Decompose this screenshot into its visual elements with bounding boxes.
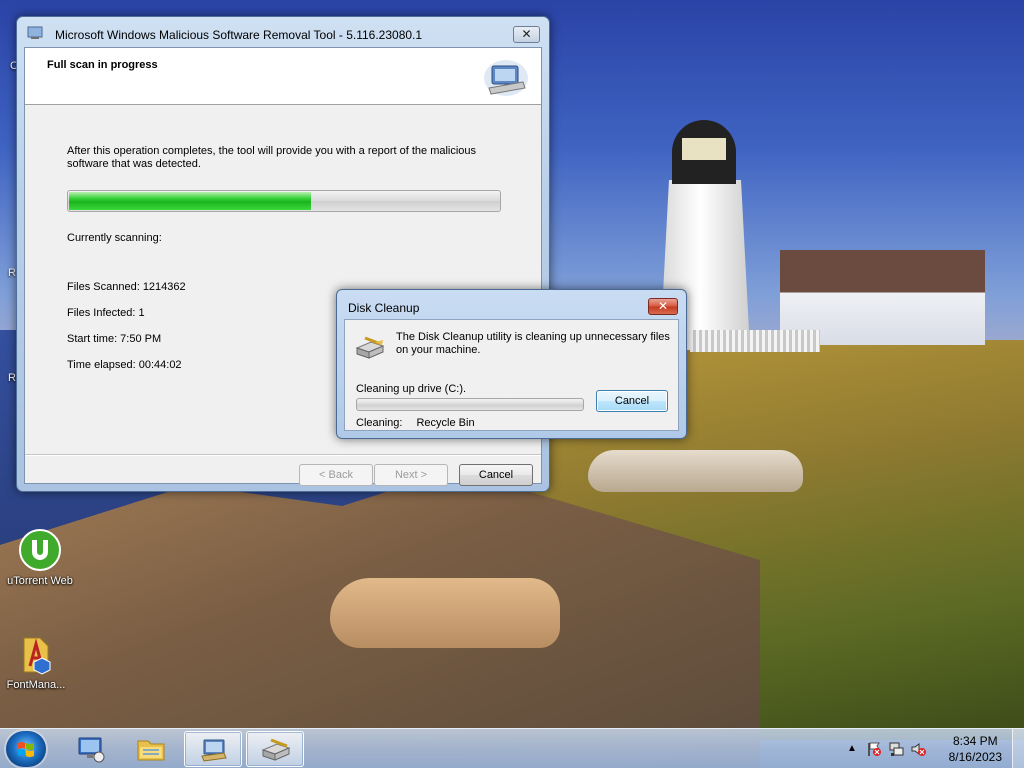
cleanup-progress-bar xyxy=(356,398,584,411)
clock-date: 8/16/2023 xyxy=(948,750,1002,764)
system-tray: ▲ 8:34 PM 8/16/2023 xyxy=(834,729,1024,768)
disk-cleanup-window[interactable]: Disk Cleanup ✕ The Disk Cleanup utility … xyxy=(336,289,687,439)
close-button[interactable]: ✕ xyxy=(648,298,678,315)
cancel-button[interactable]: Cancel xyxy=(459,464,533,486)
next-button[interactable]: Next > xyxy=(374,464,448,486)
cleanup-message: The Disk Cleanup utility is cleaning up … xyxy=(396,331,670,356)
system-clock[interactable]: 8:34 PM 8/16/2023 xyxy=(949,733,1002,765)
files-scanned: Files Scanned: 1214362 xyxy=(67,281,186,293)
cleanup-drive-label: Cleaning up drive (C:). xyxy=(356,383,467,395)
windows-logo-icon xyxy=(18,742,34,757)
button-separator xyxy=(25,454,541,456)
scan-progress-fill xyxy=(69,192,311,210)
msrt-header: Full scan in progress xyxy=(25,48,541,105)
msrt-scan-icon xyxy=(484,60,528,96)
cleaning-status: Cleaning: Recycle Bin xyxy=(356,417,475,429)
desktop-edge-label[interactable]: R xyxy=(8,372,16,384)
monitor-icon xyxy=(78,737,105,763)
disk-cleanup-title: Disk Cleanup xyxy=(348,301,420,315)
desktop-icon-font-manager[interactable]: FontMana... xyxy=(0,632,76,691)
time-elapsed: Time elapsed: 00:44:02 xyxy=(67,359,182,371)
show-hidden-icons-icon[interactable]: ▲ xyxy=(844,741,860,757)
wallpaper-rock xyxy=(588,450,803,492)
close-button[interactable]: ✕ xyxy=(513,26,540,43)
taskbar: ▲ 8:34 PM 8/16/2023 xyxy=(0,728,1024,768)
close-icon: ✕ xyxy=(521,27,532,41)
cleaning-target: Recycle Bin xyxy=(416,417,475,429)
utorrent-icon xyxy=(19,529,61,571)
volume-muted-icon[interactable] xyxy=(910,741,926,757)
msrt-window-title: Microsoft Windows Malicious Software Rem… xyxy=(55,28,423,42)
page-title: Full scan in progress xyxy=(47,59,158,71)
taskbar-item-explorer[interactable] xyxy=(122,731,180,767)
msrt-icon xyxy=(201,739,227,762)
start-button[interactable] xyxy=(6,731,46,767)
network-icon[interactable] xyxy=(888,741,904,757)
scan-description: After this operation completes, the tool… xyxy=(67,145,477,170)
action-center-flag-icon[interactable] xyxy=(866,741,882,757)
msrt-app-icon xyxy=(27,26,43,39)
disk-cleanup-icon xyxy=(261,738,291,761)
back-button[interactable]: < Back xyxy=(299,464,373,486)
wallpaper-fence xyxy=(690,330,820,352)
desktop-icon-label: uTorrent Web xyxy=(7,575,73,587)
disk-cleanup-client-area: The Disk Cleanup utility is cleaning up … xyxy=(344,319,679,431)
currently-scanning-label: Currently scanning: xyxy=(67,232,162,244)
scan-progress-bar xyxy=(67,190,501,212)
desktop-edge-label[interactable]: R xyxy=(8,267,16,279)
taskbar-item-disk-cleanup[interactable] xyxy=(246,731,304,767)
cancel-button[interactable]: Cancel xyxy=(596,390,668,412)
disk-cleanup-icon xyxy=(355,336,385,359)
desktop-icon-label: FontMana... xyxy=(6,679,66,691)
files-infected: Files Infected: 1 xyxy=(67,307,145,319)
desktop-icon-utorrent[interactable]: uTorrent Web xyxy=(0,528,80,587)
cleaning-label: Cleaning: xyxy=(356,417,403,429)
clock-time: 8:34 PM xyxy=(952,734,998,748)
taskbar-item-remote-desktop[interactable] xyxy=(62,731,120,767)
wallpaper-lighthouse-glass xyxy=(682,138,726,160)
font-manager-icon xyxy=(23,637,51,675)
start-time: Start time: 7:50 PM xyxy=(67,333,162,345)
folder-icon xyxy=(137,740,165,761)
show-desktop-button[interactable] xyxy=(1012,729,1024,768)
wallpaper-rock xyxy=(330,578,560,648)
taskbar-item-msrt[interactable] xyxy=(184,731,242,767)
msrt-title-bar[interactable]: Microsoft Windows Malicious Software Rem… xyxy=(17,17,549,47)
close-icon: ✕ xyxy=(657,299,669,313)
